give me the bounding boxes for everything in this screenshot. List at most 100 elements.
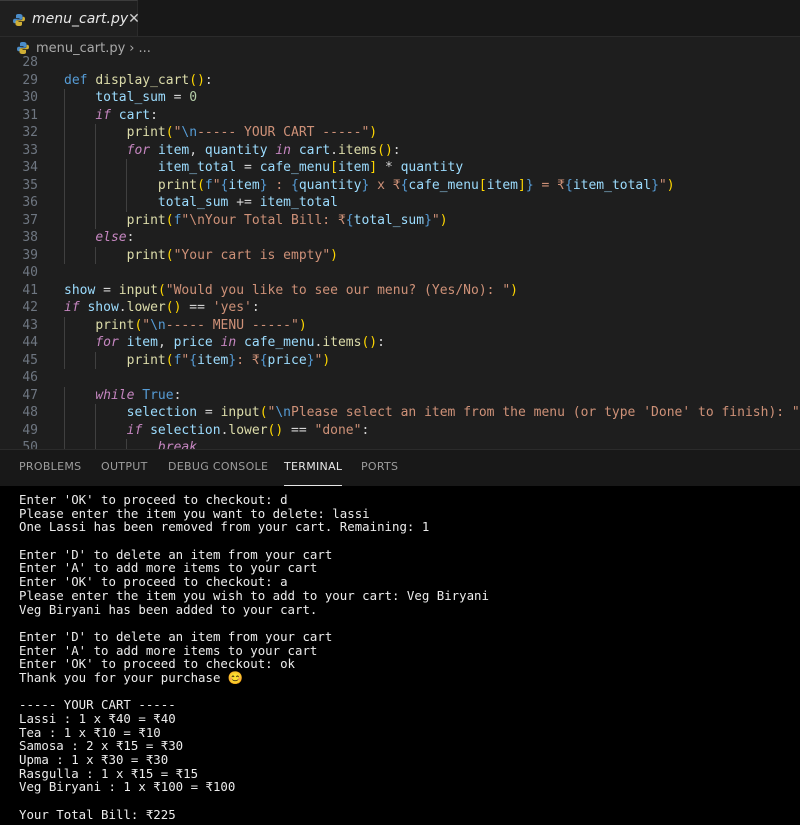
code-text: selection = input("\nPlease select an it…: [126, 405, 800, 420]
terminal-line: Enter 'D' to delete an item from your ca…: [19, 628, 333, 644]
code-line[interactable]: 31 if cart:: [0, 106, 800, 124]
terminal-line: Upma : 1 x ₹30 = ₹30: [19, 752, 169, 768]
tab-filename: menu_cart.py: [32, 10, 129, 27]
line-number: 40: [22, 265, 38, 280]
terminal-line: Please enter the item you want to delete…: [19, 505, 370, 521]
code-line[interactable]: 45 print(f"{item}: ₹{price}"): [0, 351, 800, 369]
line-number: 48: [22, 405, 38, 420]
code-line[interactable]: 37 print(f"\nYour Total Bill: ₹{total_su…: [0, 211, 800, 229]
code-text: print(f"{item} : {quantity} x ₹{cafe_men…: [157, 177, 675, 193]
code-line[interactable]: 33 for item, quantity in cart.items():: [0, 141, 800, 159]
code-text: if selection.lower() == "done":: [126, 422, 370, 438]
code-line[interactable]: 38 else:: [0, 229, 800, 247]
line-number: 39: [22, 247, 38, 263]
code-line[interactable]: 49 if selection.lower() == "done":: [0, 421, 800, 439]
terminal-line: Samosa : 2 x ₹15 = ₹30: [19, 738, 184, 754]
terminal-line: Enter 'OK' to proceed to checkout: a: [19, 574, 288, 590]
tab-problems[interactable]: PROBLEMS: [19, 450, 81, 486]
code-line[interactable]: 34 item_total = cafe_menu[item] * quanti…: [0, 159, 800, 177]
code-line[interactable]: 40: [0, 264, 800, 282]
line-number: 28: [22, 55, 38, 70]
code-text: if show.lower() == 'yes':: [64, 300, 260, 315]
terminal-line: Rasgulla : 1 x ₹15 = ₹15: [19, 765, 199, 781]
line-number: 37: [22, 212, 38, 228]
code-text: item_total = cafe_menu[item] * quantity: [157, 160, 464, 175]
line-number: 45: [22, 352, 38, 368]
code-text: total_sum += item_total: [157, 195, 338, 210]
code-line[interactable]: 42 if show.lower() == 'yes':: [0, 299, 800, 317]
line-number: 29: [22, 72, 38, 88]
code-line[interactable]: 36 total_sum += item_total: [0, 194, 800, 212]
terminal-line: Your Total Bill: ₹225: [19, 806, 176, 822]
line-number: 32: [22, 125, 38, 140]
line-number: 38: [22, 230, 38, 245]
line-number: 50: [22, 440, 38, 449]
terminal-line: Enter 'OK' to proceed to checkout: ok: [19, 656, 296, 672]
line-number: 46: [22, 370, 38, 385]
code-line[interactable]: 41 show = input("Would you like to see ou…: [0, 282, 800, 300]
tab-ports[interactable]: PORTS: [361, 450, 398, 486]
code-editor[interactable]: 28 29 def display_cart(): 30 total_sum = 03…: [0, 54, 800, 449]
terminal-line: Enter 'OK' to proceed to checkout: d: [19, 492, 288, 507]
line-number: 42: [22, 300, 38, 315]
python-file-icon: [16, 41, 30, 55]
code-text: for item, quantity in cart.items():: [126, 142, 401, 158]
terminal-line: Enter 'A' to add more items to your cart: [19, 642, 318, 658]
terminal-line: Enter 'D' to delete an item from your ca…: [19, 546, 333, 562]
editor-tab-bar: menu_cart.py ✕: [0, 0, 800, 37]
code-line[interactable]: 32 print("\n----- YOUR CART -----"): [0, 124, 800, 142]
code-line[interactable]: 28: [0, 54, 800, 72]
tab-output[interactable]: OUTPUT: [101, 450, 148, 486]
terminal-line: Enter 'A' to add more items to your cart: [19, 560, 318, 576]
line-number: 35: [22, 177, 38, 193]
code-text: print("\n----- YOUR CART -----"): [126, 125, 378, 140]
terminal-line: Lassi : 1 x ₹40 = ₹40: [19, 711, 176, 726]
line-number: 31: [22, 107, 38, 123]
code-text: else:: [95, 230, 135, 245]
code-line[interactable]: 46: [0, 369, 800, 387]
terminal-line: Thank you for your purchase 😊: [19, 669, 244, 685]
line-number: 43: [22, 317, 38, 333]
terminal-line: Tea : 1 x ₹10 = ₹10: [19, 724, 161, 740]
line-number: 33: [22, 142, 38, 158]
python-file-icon: [12, 12, 26, 26]
line-number: 41: [22, 282, 38, 298]
terminal-line: One Lassi has been removed from your car…: [19, 519, 430, 535]
code-line[interactable]: 30 total_sum = 0: [0, 89, 800, 107]
panel-tab-bar: PROBLEMS OUTPUT DEBUG CONSOLE TERMINAL P…: [0, 450, 800, 486]
code-line[interactable]: 44 for item, price in cafe_menu.items():: [0, 334, 800, 352]
code-text: total_sum = 0: [95, 90, 198, 105]
tab-terminal[interactable]: TERMINAL: [284, 450, 343, 486]
code-text: def display_cart():: [64, 72, 213, 88]
terminal-line: ----- YOUR CART -----: [19, 697, 176, 713]
code-line[interactable]: 29 def display_cart():: [0, 72, 800, 90]
close-icon[interactable]: ✕: [128, 11, 140, 27]
line-number: 36: [22, 195, 38, 210]
tab-debug-console[interactable]: DEBUG CONSOLE: [168, 450, 268, 486]
terminal-output[interactable]: Enter 'OK' to proceed to checkout: d Plea…: [0, 486, 800, 825]
code-line[interactable]: 50 break: [0, 439, 800, 449]
tab-menu-cart[interactable]: menu_cart.py ✕: [0, 0, 140, 36]
code-text: print(f"{item}: ₹{price}"): [126, 352, 331, 368]
code-line[interactable]: 35 print(f"{item} : {quantity} x ₹{cafe_…: [0, 176, 800, 194]
code-line[interactable]: 39 print("Your cart is empty"): [0, 246, 800, 264]
code-text: break: [157, 440, 198, 449]
code-line[interactable]: 43 print("\n----- MENU -----"): [0, 316, 800, 334]
line-number: 44: [22, 335, 38, 350]
code-text: show = input("Would you like to see our …: [64, 282, 518, 298]
code-text: for item, price in cafe_menu.items():: [95, 335, 385, 350]
code-text: if cart:: [95, 107, 158, 123]
terminal-line: Please enter the item you wish to add to…: [19, 587, 489, 603]
code-line[interactable]: 48 selection = input("\nPlease select an…: [0, 404, 800, 422]
terminal-line: Veg Biryani : 1 x ₹100 = ₹100: [19, 779, 236, 795]
code-text: print("\n----- MENU -----"): [95, 317, 307, 333]
line-number: 34: [22, 160, 38, 175]
line-number: 47: [22, 387, 38, 403]
code-text: print(f"\nYour Total Bill: ₹{total_sum}"…: [126, 212, 448, 228]
line-number: 49: [22, 422, 38, 438]
code-line[interactable]: 47 while True:: [0, 386, 800, 404]
